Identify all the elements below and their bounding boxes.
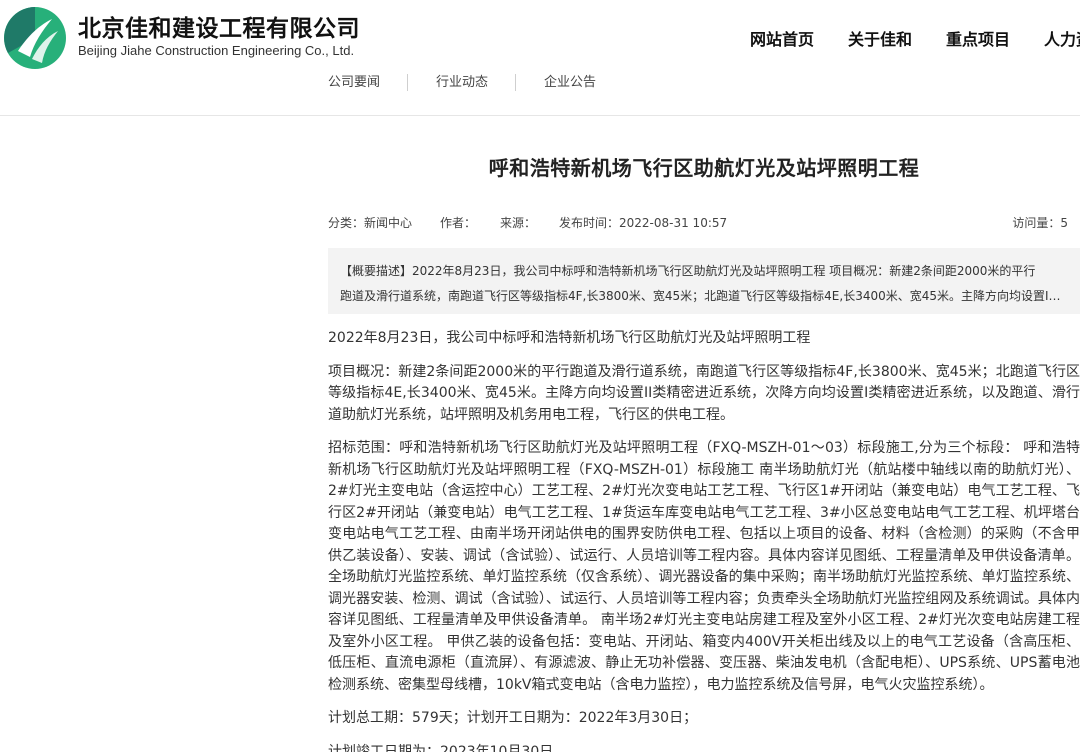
sub-nav: 公司要闻 行业动态 企业公告 — [328, 74, 596, 91]
subnav-divider — [515, 74, 517, 91]
company-logo-icon[interactable] — [2, 5, 68, 71]
summary-line: 【概要描述】2022年8月23日，我公司中标呼和浩特新机场飞行区助航灯光及站坪照… — [340, 264, 1036, 278]
site-header: 北京佳和建设工程有限公司 Beijing Jiahe Construction … — [0, 0, 1080, 72]
meta-author: 作者： — [440, 216, 477, 230]
body-paragraph: 计划竣工日期为：2023年10月30日。 — [328, 743, 568, 752]
article-title: 呼和浩特新机场飞行区助航灯光及站坪照明工程 — [488, 156, 920, 180]
meta-views: 访问量：5 — [1012, 216, 1068, 230]
article-body: 2022年8月23日，我公司中标呼和浩特新机场飞行区助航灯光及站坪照明工程 项目… — [328, 328, 1080, 752]
body-paragraph: 计划总工期：579天；计划开工日期为：2022年3月30日； — [328, 710, 698, 726]
body-paragraph: 项目概况：新建2条间距2000米的平行跑道及滑行道系统，南跑道飞行区等级指标4F… — [328, 363, 1080, 423]
subnav-industry-news[interactable]: 行业动态 — [436, 74, 488, 91]
summary-line: 跑道及滑行道系统，南跑道飞行区等级指标4F,长3800米、宽45米；北跑道飞行区… — [340, 289, 1068, 303]
article-summary: 【概要描述】2022年8月23日，我公司中标呼和浩特新机场飞行区助航灯光及站坪照… — [328, 248, 1080, 314]
subnav-announcements[interactable]: 企业公告 — [544, 74, 596, 91]
company-name-en: Beijing Jiahe Construction Engineering C… — [78, 43, 355, 58]
nav-about[interactable]: 关于佳和 — [848, 26, 912, 50]
body-paragraph: 2022年8月23日，我公司中标呼和浩特新机场飞行区助航灯光及站坪照明工程 — [328, 330, 811, 346]
nav-hr[interactable]: 人力资 — [1044, 26, 1080, 50]
meta-category: 分类：新闻中心 — [328, 216, 413, 230]
sub-nav-bar: 公司要闻 行业动态 企业公告 — [0, 72, 1080, 116]
subnav-divider — [407, 74, 409, 91]
nav-projects[interactable]: 重点项目 — [946, 26, 1010, 50]
article-meta: 分类：新闻中心 作者： 来源： 发布时间：2022-08-31 10:57 访问… — [328, 214, 1068, 230]
meta-published: 发布时间：2022-08-31 10:57 — [559, 216, 728, 230]
body-paragraph: 招标范围：呼和浩特新机场飞行区助航灯光及站坪照明工程（FXQ-MSZH-01～0… — [328, 440, 1080, 693]
meta-source: 来源： — [500, 216, 537, 230]
nav-home[interactable]: 网站首页 — [750, 26, 814, 50]
main-nav: 网站首页 关于佳和 重点项目 人力资 — [750, 26, 1080, 50]
subnav-company-news[interactable]: 公司要闻 — [328, 74, 380, 91]
company-name-cn: 北京佳和建设工程有限公司 — [78, 16, 360, 42]
